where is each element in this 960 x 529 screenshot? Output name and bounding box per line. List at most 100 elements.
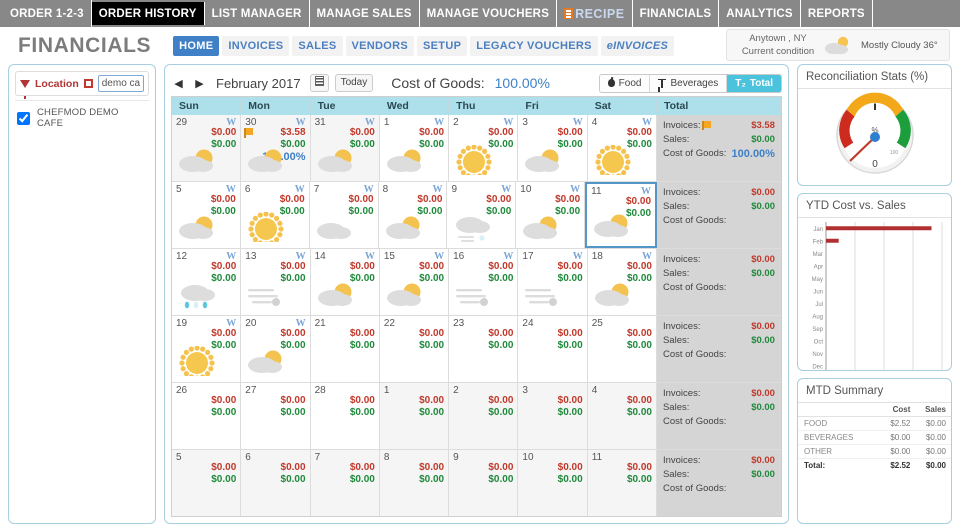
nav-item-order-1-2-3[interactable]: ORDER 1-2-3 <box>0 0 92 27</box>
calendar-day-cell[interactable]: 14 W $0.00 $0.00 <box>311 249 380 315</box>
mtd-table-row: BEVERAGES $0.00 $0.00 <box>798 430 951 445</box>
calendar-day-cell[interactable]: 8 W $0.00 $0.00 <box>379 182 448 248</box>
nav-item-recipe[interactable]: RECIPE <box>557 0 633 27</box>
calendar-day-cell[interactable]: 6 W $0.00 $0.00 <box>241 182 310 248</box>
subnav-item-home[interactable]: HOME <box>173 35 220 56</box>
calendar-day-cell[interactable]: 4 $0.00 $0.00 <box>587 383 657 449</box>
mtd-column-header: Cost <box>880 403 916 417</box>
gauge-value: 0 <box>872 159 878 170</box>
location-checkbox[interactable] <box>17 111 30 125</box>
day-weather-icon <box>454 279 500 309</box>
day-number: 3 <box>522 385 528 396</box>
calendar-day-cell[interactable]: 30 W $3.58 $0.00 100.00% <box>241 115 311 181</box>
calendar-day-cell[interactable]: 1 W $0.00 $0.00 <box>380 115 450 181</box>
category-toggle-food[interactable]: Food <box>599 74 651 92</box>
calendar-day-cell[interactable]: 10 $0.00 $0.00 <box>518 450 588 516</box>
calendar-day-cell[interactable]: 27 $0.00 $0.00 <box>241 383 311 449</box>
svg-text:May: May <box>812 277 823 283</box>
subnav-item-setup[interactable]: SETUP <box>417 35 468 56</box>
next-month-button[interactable]: ▶ <box>192 77 207 90</box>
calendar-day-cell[interactable]: 12 W $0.00 $0.00 <box>172 249 242 315</box>
day-invoice-amount: $0.00 <box>280 395 306 406</box>
calendar-day-cell[interactable]: 22 $0.00 $0.00 <box>380 316 450 382</box>
location-search-input[interactable] <box>97 75 144 92</box>
mtd-row-cost: $0.00 <box>880 430 916 445</box>
calendar-day-cell[interactable]: 15 W $0.00 $0.00 <box>380 249 450 315</box>
day-number: 5 <box>176 452 182 463</box>
category-toggle-total[interactable]: T₂ Total <box>727 74 781 92</box>
prev-month-button[interactable]: ◀ <box>171 77 186 90</box>
mtd-row-label: OTHER <box>798 444 881 459</box>
day-invoice-amount: $0.00 <box>626 395 652 406</box>
calendar-day-cell[interactable]: 7 W $0.00 $0.00 <box>310 182 379 248</box>
nav-item-manage-sales[interactable]: MANAGE SALES <box>310 0 420 27</box>
calendar-day-cell[interactable]: 13 W $0.00 $0.00 <box>241 249 311 315</box>
calendar-day-cell[interactable]: 19 W $0.00 $0.00 <box>172 316 242 382</box>
nav-item-analytics[interactable]: ANALYTICS <box>719 0 801 27</box>
calendar-day-cell[interactable]: 3 W $0.00 $0.00 <box>518 115 588 181</box>
nav-item-list-manager[interactable]: LIST MANAGER <box>205 0 310 27</box>
calendar-day-cell[interactable]: 2 $0.00 $0.00 <box>449 383 519 449</box>
weather-location: Anytown , NY <box>749 33 807 44</box>
calendar-day-cell[interactable]: 29 W $0.00 $0.00 <box>172 115 242 181</box>
calendar-day-cell[interactable]: 16 W $0.00 $0.00 <box>449 249 519 315</box>
day-invoice-amount: $0.00 <box>280 261 306 272</box>
calendar-day-cell[interactable]: 21 $0.00 $0.00 <box>311 316 380 382</box>
calendar-day-cell[interactable]: 23 $0.00 $0.00 <box>449 316 519 382</box>
calendar-day-cell[interactable]: 3 $0.00 $0.00 <box>518 383 588 449</box>
today-button[interactable]: Today <box>334 74 374 92</box>
calendar-day-cell[interactable]: 9 $0.00 $0.00 <box>449 450 519 516</box>
calendar-day-cell[interactable]: 5 $0.00 $0.00 <box>172 450 242 516</box>
location-list-item[interactable]: CHEFMOD DEMO CAFE <box>15 106 149 130</box>
calendar-day-cell[interactable]: 31 W $0.00 $0.00 <box>310 115 380 181</box>
calendar-day-cell[interactable]: 6 $0.00 $0.00 <box>241 450 311 516</box>
category-toggle-beverages[interactable]: Beverages <box>650 74 728 92</box>
mtd-row-sales: $0.00 <box>915 430 951 445</box>
calendar-day-cell[interactable]: 18 W $0.00 $0.00 <box>588 249 657 315</box>
calendar-day-cell[interactable]: 2 W $0.00 $0.00 <box>449 115 519 181</box>
subnav-item-invoices[interactable]: INVOICES <box>222 35 290 56</box>
calendar-header-thu: Thu <box>449 100 519 112</box>
calendar-day-cell[interactable]: 7 $0.00 $0.00 <box>310 450 380 516</box>
calendar-header-sun: Sun <box>172 100 242 112</box>
nav-item-financials[interactable]: FINANCIALS <box>633 0 720 27</box>
day-amounts: $0.00 $0.00 <box>281 462 306 486</box>
calendar-day-cell[interactable]: 11 W $0.00 $0.00 <box>585 182 658 248</box>
nav-item-reports[interactable]: REPORTS <box>801 0 873 27</box>
calendar-day-cell[interactable]: 9 W $0.00 $0.00 <box>447 182 517 248</box>
subnav-item-einvoices[interactable]: eINVOICES <box>600 35 675 56</box>
calendar-day-cell[interactable]: 10 W $0.00 $0.00 <box>516 182 586 248</box>
day-number: 24 <box>522 318 534 329</box>
partly-cloudy-icon <box>179 149 213 172</box>
subnav-item-legacy-vouchers[interactable]: LEGACY VOUCHERS <box>470 35 598 56</box>
nav-item-order-history[interactable]: ORDER HISTORY <box>91 2 205 25</box>
partly-cloudy-icon <box>179 216 213 239</box>
mtd-summary-title: MTD Summary <box>798 379 951 403</box>
funnel-icon[interactable] <box>20 79 30 99</box>
calendar-day-cell[interactable]: 26 $0.00 $0.00 <box>172 383 242 449</box>
calendar-day-cell[interactable]: 17 W $0.00 $0.00 <box>518 249 588 315</box>
calendar-day-cell[interactable]: 4 W $0.00 $0.00 <box>588 115 657 181</box>
nav-item-manage-vouchers[interactable]: MANAGE VOUCHERS <box>420 0 558 27</box>
calendar-day-cell[interactable]: 20 W $0.00 $0.00 <box>241 316 311 382</box>
calendar-day-cell[interactable]: 5 W $0.00 $0.00 <box>172 182 241 248</box>
subnav-item-vendors[interactable]: VENDORS <box>345 35 415 56</box>
calendar-day-cell[interactable]: 28 $0.00 $0.00 <box>311 383 380 449</box>
mtd-summary-widget: MTD Summary Cost Sales FOOD $2.52 $0.00 BEVE… <box>797 378 952 524</box>
location-filter-panel: Location CHEFMOD DEMO CAFE <box>8 64 156 524</box>
ytd-chart-title: YTD Cost vs. Sales <box>798 194 951 218</box>
day-number: 27 <box>245 385 257 396</box>
calendar-day-cell[interactable]: 24 $0.00 $0.00 <box>518 316 588 382</box>
calendar-day-cell[interactable]: 25 $0.00 $0.00 <box>588 316 657 382</box>
calendar-day-cell[interactable]: 11 $0.00 $0.00 <box>587 450 657 516</box>
location-filter-header: Location <box>15 71 149 99</box>
calendar-picker-button[interactable] <box>309 74 329 92</box>
calendar-day-cell[interactable]: 1 $0.00 $0.00 <box>379 383 450 449</box>
day-invoice-amount: $0.00 <box>488 462 514 473</box>
subnav-item-sales[interactable]: SALES <box>292 35 343 56</box>
red-square-icon[interactable] <box>83 79 93 88</box>
partly-cloudy-icon <box>821 35 855 55</box>
day-number: 8 <box>383 452 390 463</box>
recipe-book-icon <box>564 8 574 19</box>
calendar-day-cell[interactable]: 8 $0.00 $0.00 <box>379 450 450 516</box>
